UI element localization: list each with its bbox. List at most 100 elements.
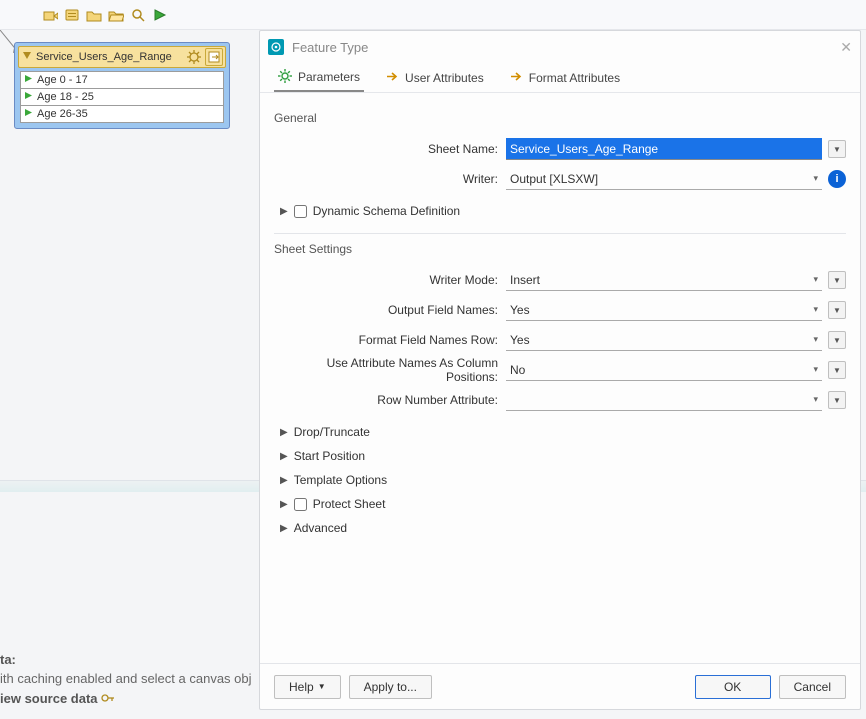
protect-sheet-label: Protect Sheet (313, 497, 386, 511)
dialog-titlebar[interactable]: Feature Type ✕ (260, 31, 860, 63)
node-attribute-row[interactable]: Age 18 - 25 (20, 88, 224, 106)
row-attr-names-columns: Use Attribute Names As Column Positions:… (274, 356, 846, 384)
chevron-down-icon: ▾ (813, 304, 818, 315)
hint-text: ith caching enabled and select a canvas … (0, 671, 252, 686)
expand-triangle-icon[interactable]: ▶ (280, 206, 288, 217)
dialog-footer: Help ▼ Apply to... OK Cancel (260, 663, 860, 709)
toolbar-icon-folder-open[interactable] (108, 7, 124, 23)
arrow-right-icon (510, 70, 523, 86)
dropdown-menu-button[interactable]: ▼ (828, 140, 846, 158)
advanced-label: Advanced (294, 521, 347, 535)
help-label: Help (289, 680, 314, 694)
play-icon (24, 74, 33, 86)
attribute-label: Age 18 - 25 (37, 91, 94, 103)
close-icon[interactable]: ✕ (840, 39, 852, 56)
expand-triangle-icon[interactable] (22, 50, 32, 64)
tab-format-attributes[interactable]: Format Attributes (506, 64, 624, 92)
output-field-names-select[interactable]: Yes ▾ (506, 299, 822, 321)
ok-label: OK (724, 680, 741, 694)
row-template-options[interactable]: ▶ Template Options (280, 468, 846, 492)
tab-label: Parameters (298, 70, 360, 84)
row-format-field-names: Format Field Names Row: Yes ▾ ▼ (274, 326, 846, 354)
node-attribute-row[interactable]: Age 26-35 (20, 105, 224, 123)
apply-to-label: Apply to... (364, 680, 417, 694)
sheet-name-label: Sheet Name: (274, 142, 506, 156)
row-row-number-attr: Row Number Attribute: ▾ ▼ (274, 386, 846, 414)
sheet-name-input[interactable] (506, 138, 822, 160)
status-hint: ta: ith caching enabled and select a can… (0, 650, 252, 709)
dropdown-menu-button[interactable]: ▼ (828, 271, 846, 289)
row-writer-mode: Writer Mode: Insert ▾ ▼ (274, 266, 846, 294)
tab-user-attributes[interactable]: User Attributes (382, 64, 488, 92)
writer-label: Writer: (274, 172, 506, 186)
expand-triangle-icon[interactable]: ▶ (280, 499, 288, 510)
tab-label: User Attributes (405, 71, 484, 85)
output-field-names-label: Output Field Names: (274, 303, 506, 317)
gear-icon[interactable] (185, 48, 203, 66)
row-writer: Writer: Output [XLSXW] ▾ i (274, 165, 846, 193)
start-position-label: Start Position (294, 449, 365, 463)
row-sheet-name: Sheet Name: ▼ (274, 135, 846, 163)
toolbar-icon-2[interactable] (64, 7, 80, 23)
expand-triangle-icon[interactable]: ▶ (280, 523, 288, 534)
section-general-heading: General (274, 111, 846, 125)
app-icon (268, 39, 284, 55)
tab-parameters[interactable]: Parameters (274, 64, 364, 92)
format-field-names-select[interactable]: Yes ▾ (506, 329, 822, 351)
dropdown-menu-button[interactable]: ▼ (828, 361, 846, 379)
row-number-attr-select[interactable]: ▾ (506, 389, 822, 411)
node-header[interactable]: Service_Users_Age_Range (18, 46, 226, 68)
section-sheet-settings-heading: Sheet Settings (274, 242, 846, 256)
expand-triangle-icon[interactable]: ▶ (280, 427, 288, 438)
apply-to-button[interactable]: Apply to... (349, 675, 432, 699)
toolbar-icon-folder[interactable] (86, 7, 102, 23)
expand-triangle-icon[interactable]: ▶ (280, 451, 288, 462)
attribute-label: Age 0 - 17 (37, 74, 88, 86)
writer-mode-value: Insert (510, 273, 540, 287)
feature-type-node[interactable]: Service_Users_Age_Range Age 0 - 17 Age 1… (14, 42, 230, 129)
row-advanced[interactable]: ▶ Advanced (280, 516, 846, 540)
drop-truncate-label: Drop/Truncate (294, 425, 370, 439)
arrow-right-icon (386, 70, 399, 86)
format-field-names-value: Yes (510, 333, 530, 347)
row-output-field-names: Output Field Names: Yes ▾ ▼ (274, 296, 846, 324)
toolbar-icon-1[interactable] (42, 7, 58, 23)
writer-mode-select[interactable]: Insert ▾ (506, 269, 822, 291)
row-drop-truncate[interactable]: ▶ Drop/Truncate (280, 420, 846, 444)
info-icon[interactable]: i (828, 170, 846, 188)
chevron-down-icon: ▾ (813, 274, 818, 285)
row-start-position[interactable]: ▶ Start Position (280, 444, 846, 468)
chevron-down-icon: ▾ (813, 364, 818, 375)
attr-names-col-value: No (510, 363, 525, 377)
output-icon[interactable] (205, 48, 223, 66)
help-button[interactable]: Help ▼ (274, 675, 341, 699)
format-field-names-label: Format Field Names Row: (274, 333, 506, 347)
expand-triangle-icon[interactable]: ▶ (280, 475, 288, 486)
writer-select[interactable]: Output [XLSXW] ▾ (506, 168, 822, 190)
attribute-label: Age 26-35 (37, 108, 88, 120)
dropdown-menu-button[interactable]: ▼ (828, 301, 846, 319)
chevron-down-icon: ▾ (813, 173, 818, 184)
dialog-title: Feature Type (292, 40, 368, 55)
main-toolbar (0, 0, 866, 30)
toolbar-icon-run[interactable] (152, 7, 168, 23)
node-attribute-row[interactable]: Age 0 - 17 (20, 71, 224, 89)
play-icon (24, 108, 33, 120)
dynamic-schema-checkbox[interactable] (294, 205, 307, 218)
chevron-down-icon: ▼ (318, 682, 326, 691)
dropdown-menu-button[interactable]: ▼ (828, 331, 846, 349)
attr-names-col-select[interactable]: No ▾ (506, 359, 822, 381)
row-dynamic-schema[interactable]: ▶ Dynamic Schema Definition (280, 199, 846, 223)
dropdown-menu-button[interactable]: ▼ (828, 391, 846, 409)
dialog-body: General Sheet Name: ▼ Writer: Output [XL… (260, 93, 860, 663)
play-icon (24, 91, 33, 103)
cancel-button[interactable]: Cancel (779, 675, 846, 699)
ok-button[interactable]: OK (695, 675, 771, 699)
row-protect-sheet[interactable]: ▶ Protect Sheet (280, 492, 846, 516)
tab-label: Format Attributes (529, 71, 620, 85)
protect-sheet-checkbox[interactable] (294, 498, 307, 511)
dynamic-schema-label: Dynamic Schema Definition (313, 204, 460, 218)
toolbar-icon-search[interactable] (130, 7, 146, 23)
chevron-down-icon: ▾ (813, 334, 818, 345)
attr-names-col-label: Use Attribute Names As Column Positions: (274, 356, 506, 384)
